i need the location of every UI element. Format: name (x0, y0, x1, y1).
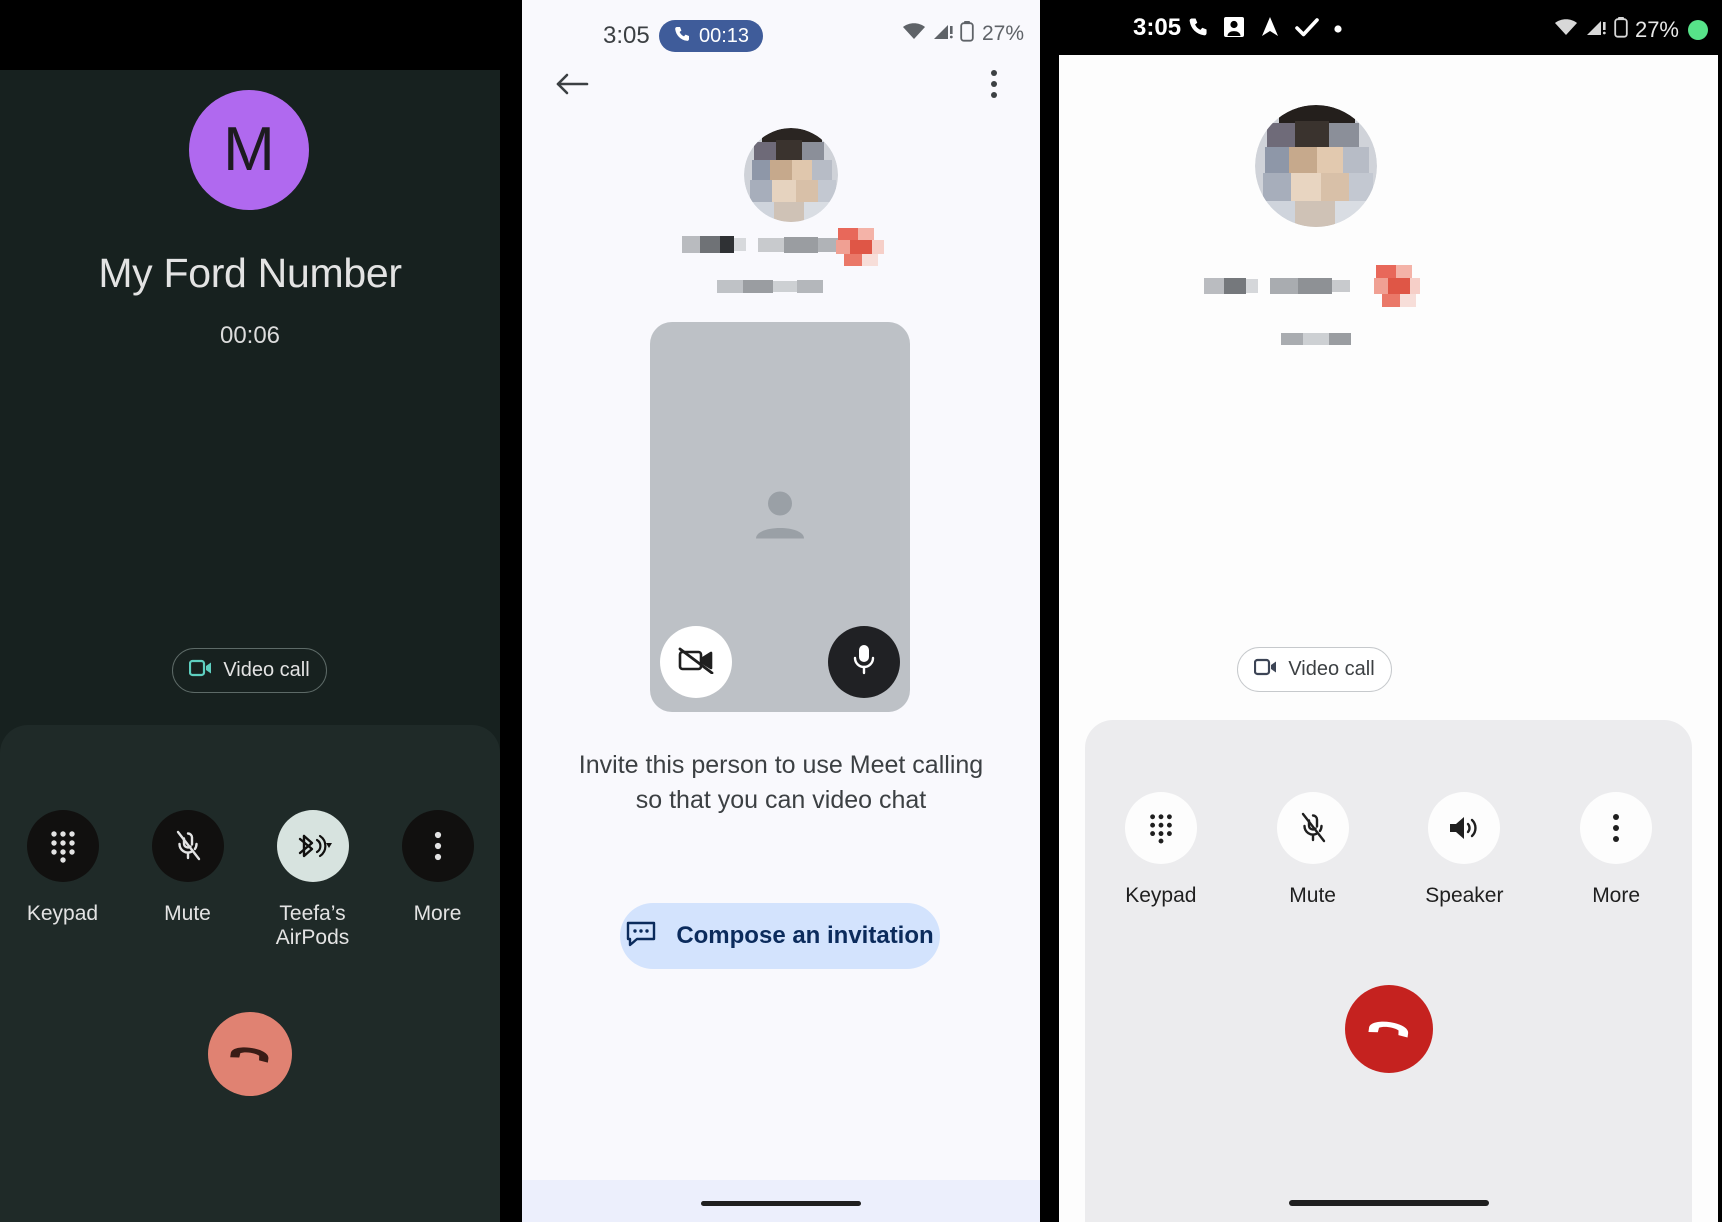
call-chip-timer: 00:13 (699, 24, 750, 47)
controls-sheet: Keypad (1085, 720, 1692, 1222)
video-call-button[interactable]: Video call (1237, 647, 1392, 692)
control-speaker[interactable]: Speaker (1404, 792, 1524, 908)
battery-percent: 27% (981, 21, 1024, 45)
keypad-icon (26, 810, 99, 882)
control-label: Speaker (1425, 884, 1504, 907)
more-vertical-icon (1580, 792, 1653, 864)
home-gesture-handle[interactable] (701, 1201, 861, 1206)
navigation-icon (1259, 16, 1281, 43)
video-off-icon (678, 646, 714, 679)
call-screen-dark: M My Ford Number 00:06 Video call Keypad… (0, 70, 500, 1222)
contact-badge-redacted (1372, 263, 1422, 311)
control-label: More (413, 902, 462, 925)
back-arrow-icon (555, 71, 589, 102)
control-audio-route[interactable]: Teefa’s AirPods (259, 810, 367, 950)
panel-dark-in-call: M My Ford Number 00:06 Video call Keypad… (0, 0, 500, 1222)
call-end-icon (1366, 1013, 1412, 1045)
status-clock: 3:05 (1133, 14, 1182, 41)
phone-icon (1187, 16, 1209, 43)
back-button[interactable] (544, 58, 600, 114)
control-keypad[interactable]: Keypad (1101, 792, 1221, 908)
end-call-button[interactable] (208, 1012, 292, 1096)
active-call-chip[interactable]: 00:13 (659, 20, 764, 52)
mic-icon (851, 643, 877, 682)
controls-sheet: Keypad (0, 725, 500, 1222)
avatar-letter: M (223, 115, 275, 184)
battery-percent: 27% (1634, 16, 1679, 42)
recording-dot-icon (1688, 19, 1708, 40)
call-timer: 00:06 (219, 322, 281, 349)
mic-toggle-button[interactable] (828, 626, 900, 698)
bluetooth-audio-icon (276, 810, 349, 882)
status-clock: 3:05 (603, 22, 650, 49)
contact-avatar-redacted (1255, 105, 1377, 227)
battery-icon (1614, 16, 1628, 43)
call-end-icon (228, 1039, 272, 1070)
battery-icon (960, 20, 974, 47)
panel-light-in-call: 3:05 27% Video call Keypad Mute Speaker … (1055, 0, 1722, 1222)
person-icon (748, 483, 812, 552)
status-notification-icons (1187, 16, 1343, 43)
cell-signal-icon (1585, 17, 1607, 42)
video-camera-icon (1254, 658, 1278, 681)
call-controls: Keypad (0, 810, 500, 950)
contact-name: My Ford Number (98, 250, 402, 296)
contact-badge-redacted (834, 226, 886, 270)
wifi-icon (1554, 17, 1578, 42)
control-keypad[interactable]: Keypad (9, 810, 117, 926)
check-icon (1295, 16, 1319, 43)
cell-signal-icon (932, 21, 954, 46)
control-label: More (1592, 884, 1641, 907)
control-label: Mute (164, 902, 211, 925)
mic-off-icon (1276, 792, 1349, 864)
control-label: Teefa’s AirPods (275, 902, 350, 950)
control-mute[interactable]: Mute (134, 810, 242, 926)
control-more[interactable]: More (1556, 792, 1676, 908)
more-vertical-icon (990, 69, 998, 104)
app-icon (1223, 16, 1245, 43)
video-camera-icon (189, 659, 213, 682)
end-call-button[interactable] (1344, 985, 1433, 1073)
dot-icon (1333, 21, 1343, 39)
control-more[interactable]: More (384, 810, 492, 926)
video-call-button[interactable]: Video call (172, 648, 327, 693)
video-call-label: Video call (223, 659, 310, 681)
call-controls: Keypad (1085, 792, 1692, 908)
panel-meet-invite: 3:05 00:13 27% Invite this person to use… (522, 0, 1040, 1222)
video-preview (650, 322, 910, 712)
control-label: Keypad (1125, 884, 1197, 907)
overflow-menu-button[interactable] (966, 58, 1022, 114)
compose-invitation-button[interactable]: Compose an invitation (620, 903, 940, 969)
contact-subtitle-redacted (717, 276, 837, 298)
video-call-label: Video call (1288, 658, 1375, 680)
keypad-icon (1124, 792, 1197, 864)
navigation-bar (522, 1180, 1040, 1222)
control-label: Mute (1289, 884, 1336, 907)
mic-off-icon (151, 810, 224, 882)
contact-subtitle-redacted (1281, 329, 1355, 349)
camera-toggle-button[interactable] (660, 626, 732, 698)
message-icon (626, 920, 656, 953)
screenshot-stage: M My Ford Number 00:06 Video call Keypad… (0, 0, 1722, 1222)
invite-description: Invite this person to use Meet calling s… (578, 751, 984, 814)
avatar: M (189, 90, 309, 210)
more-vertical-icon (401, 810, 474, 882)
phone-icon (673, 25, 691, 48)
speaker-icon (1428, 792, 1501, 864)
compose-label: Compose an invitation (676, 922, 934, 949)
contact-avatar-redacted (744, 128, 838, 222)
status-system-icons: 27% (902, 20, 1024, 47)
home-gesture-handle[interactable] (1288, 1200, 1489, 1206)
control-label: Keypad (26, 902, 99, 925)
status-system-icons: 27% (1554, 16, 1708, 43)
control-mute[interactable]: Mute (1253, 792, 1373, 908)
call-screen-light: Video call Keypad Mute Speaker More (1059, 55, 1718, 1222)
wifi-icon (902, 21, 926, 46)
